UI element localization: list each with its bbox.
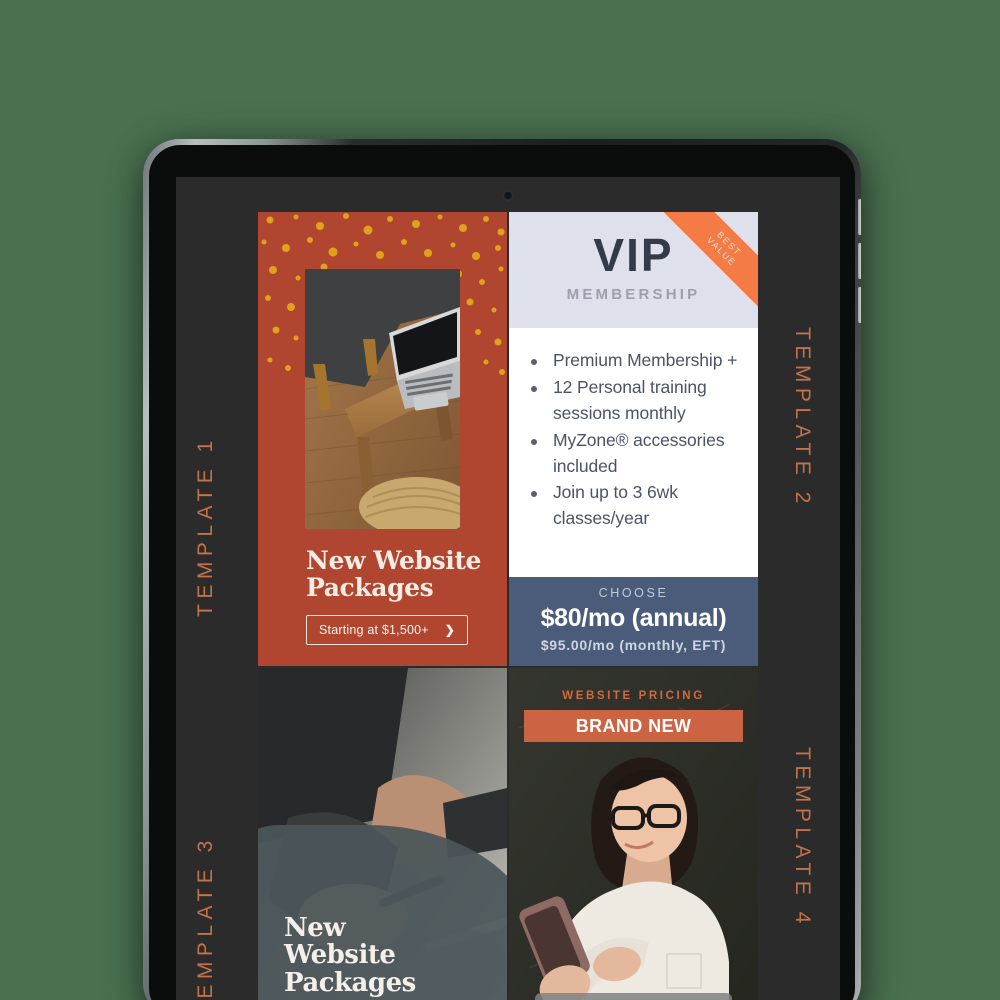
template-1-title-line1: New Website: [306, 546, 482, 575]
power-button[interactable]: [858, 287, 861, 323]
template-1-title-line2: Packages: [306, 573, 434, 602]
template-4-badge[interactable]: BRAND NEW: [524, 710, 743, 742]
template-4-body: WEBSITE PRICING BRAND NEW STARTING FROM …: [509, 668, 758, 1000]
template-1-photo: [305, 269, 460, 529]
template-4-eyebrow: WEBSITE PRICING: [562, 690, 705, 702]
template-3-body: New Website Packages: [258, 668, 507, 1000]
label-template-1: TEMPLATE 1: [194, 435, 217, 617]
volume-down-button[interactable]: [858, 243, 861, 279]
label-template-3: TEMPLATE 3: [194, 835, 217, 1000]
vip-subtitle: MEMBERSHIP: [566, 286, 701, 303]
template-3-title: New Website Packages: [284, 913, 416, 998]
label-template-4: TEMPLATE 4: [791, 747, 814, 929]
template-3-title-line1: New: [284, 913, 346, 944]
chevron-right-icon: ❯: [444, 623, 456, 637]
list-item: Join up to 3 6wk classes/year: [527, 480, 744, 532]
template-1-cta-button[interactable]: Starting at $1,500+ ❯: [306, 615, 469, 645]
volume-up-button[interactable]: [858, 199, 861, 235]
tablet-device: TEMPLATE 1 TEMPLATE 3 TEMPLATE 2 TEMPLAT…: [143, 139, 861, 1000]
scene: TEMPLATE 1 TEMPLATE 3 TEMPLATE 2 TEMPLAT…: [0, 0, 1000, 1000]
template-2-card[interactable]: VIP MEMBERSHIP BEST VALUE Premium Member…: [509, 212, 758, 666]
template-1-cta-label: Starting at $1,500+: [319, 623, 429, 637]
vip-price-band[interactable]: CHOOSE $80/mo (annual) $95.00/mo (monthl…: [509, 577, 758, 666]
template-1-title: New Website Packages: [306, 547, 506, 601]
template-1-body: New Website Packages Starting at $1,500+…: [258, 212, 507, 666]
template-3-title-line2: Website: [284, 940, 396, 971]
template-4-price-box: STARTING FROM $2,000: [535, 993, 732, 1000]
vip-choose-label: CHOOSE: [598, 586, 669, 600]
list-item: Premium Membership +: [527, 348, 744, 374]
vip-price-primary: $80/mo (annual): [540, 604, 727, 632]
list-item: 12 Personal training sessions monthly: [527, 375, 744, 427]
label-template-2: TEMPLATE 2: [791, 327, 814, 509]
template-4-card[interactable]: WEBSITE PRICING BRAND NEW STARTING FROM …: [509, 668, 758, 1000]
laptop-on-table-photo: [305, 269, 460, 529]
template-grid: New Website Packages Starting at $1,500+…: [258, 212, 758, 1000]
tablet-bezel: TEMPLATE 1 TEMPLATE 3 TEMPLATE 2 TEMPLAT…: [149, 145, 855, 1000]
vip-membership-card: VIP MEMBERSHIP BEST VALUE Premium Member…: [509, 212, 758, 666]
template-3-card[interactable]: New Website Packages: [258, 668, 507, 1000]
tablet-screen: TEMPLATE 1 TEMPLATE 3 TEMPLATE 2 TEMPLAT…: [176, 177, 840, 1000]
template-1-card[interactable]: New Website Packages Starting at $1,500+…: [258, 212, 507, 666]
vip-price-secondary: $95.00/mo (monthly, EFT): [540, 637, 727, 653]
vip-feature-list: Premium Membership + 12 Personal trainin…: [509, 328, 758, 528]
template-4-badge-label: BRAND NEW: [575, 715, 692, 736]
template-3-title-line3: Packages: [284, 967, 416, 998]
vip-card-header: VIP MEMBERSHIP BEST VALUE: [509, 212, 758, 328]
camera-icon: [503, 191, 513, 200]
list-item: MyZone® accessories included: [527, 428, 744, 480]
